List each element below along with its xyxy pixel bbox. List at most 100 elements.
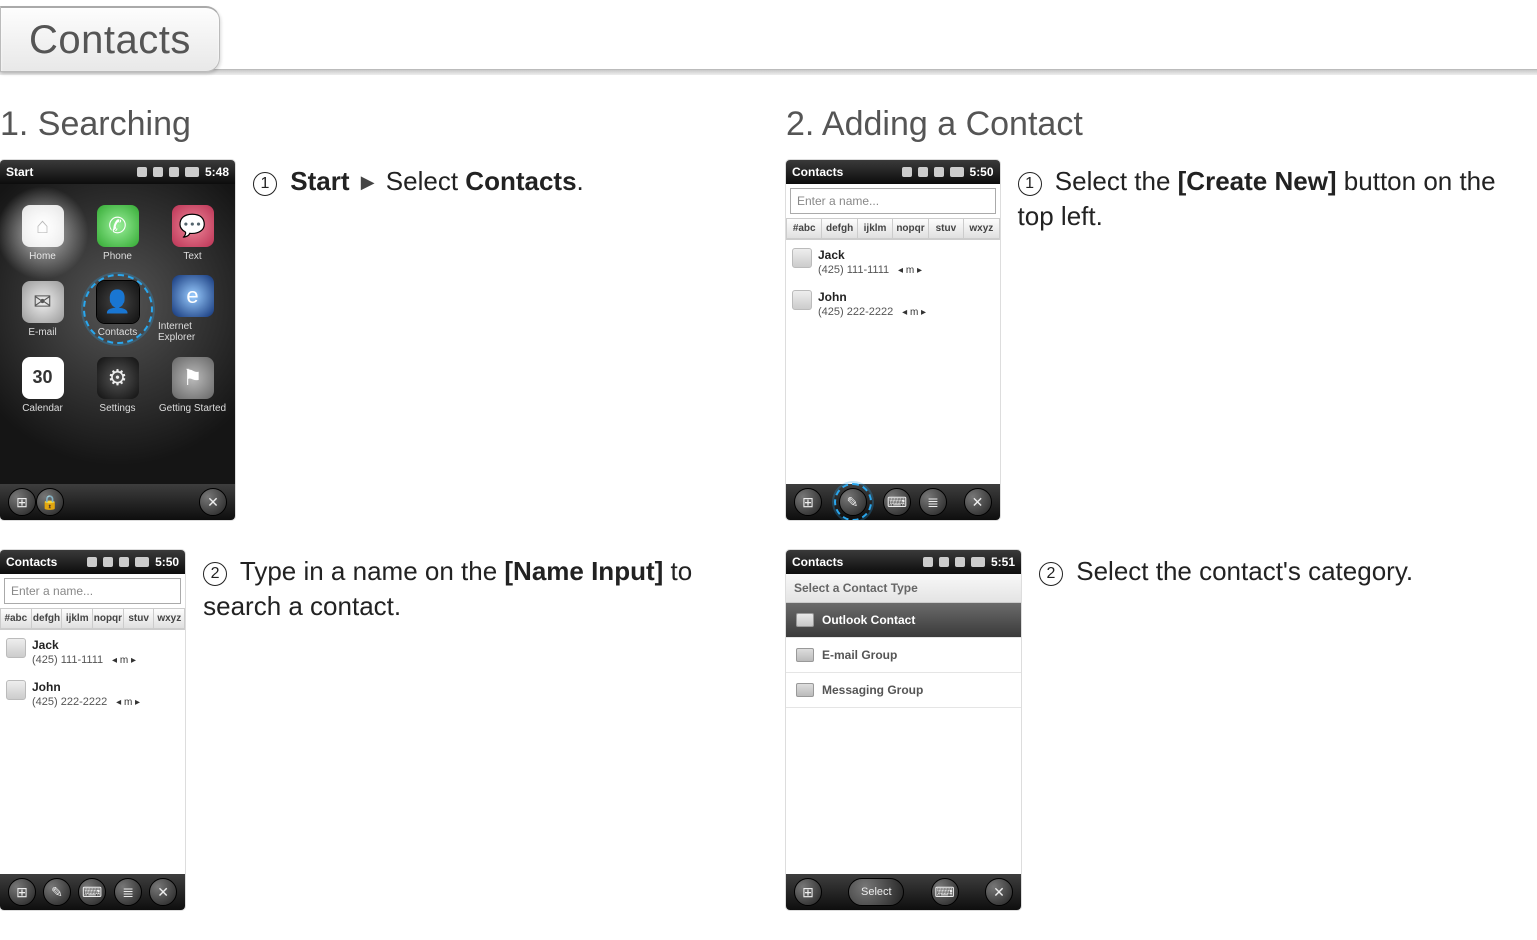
alpha-tab[interactable]: wxyz [964,218,999,239]
sysbar-title: Contacts [792,555,843,569]
app-settings[interactable]: ⚙Settings [83,350,152,420]
keyboard-button[interactable]: ⌨ [931,878,959,906]
app-phone[interactable]: ✆Phone [83,198,152,268]
alpha-tab[interactable]: stuv [929,218,964,239]
clock: 5:48 [205,165,229,179]
sysbar-title: Contacts [792,165,843,179]
avatar-icon [6,638,26,658]
wifi-icon [153,167,163,177]
alpha-tab[interactable]: ijklm [858,218,893,239]
step-adding-1: Contacts 5:50 Enter a name... #abc defgh [786,160,1536,520]
select-header: Select a Contact Type [786,574,1021,603]
close-button[interactable]: ✕ [149,878,177,906]
chat-icon [796,683,814,697]
keyboard-button[interactable]: ⌨ [883,488,911,516]
sysbar-title: Start [6,165,33,179]
mail-icon [796,648,814,662]
flag-icon: ⚑ [172,357,214,399]
step-text-1a: 1 Start ▶ Select Contacts. [253,160,584,199]
app-email[interactable]: ✉E-mail [8,274,77,344]
step-text-2a: 1 Select the [Create New] button on the … [1018,160,1536,234]
option-outlook-contact[interactable]: Outlook Contact [786,603,1021,638]
close-button[interactable]: ✕ [985,878,1013,906]
avatar-icon [6,680,26,700]
step-marker-1: 1 [1018,172,1042,196]
menu-button[interactable]: ≣ [919,488,947,516]
battery-icon [950,167,964,177]
text-icon: 💬 [172,205,214,247]
contact-name: Jack [32,638,136,652]
app-home[interactable]: ⌂Home [8,198,77,268]
lock-button[interactable]: 🔒 [36,488,64,516]
contact-item[interactable]: Jack (425) 111-1111 ◂ m ▸ [6,638,179,666]
wifi-icon [103,557,113,567]
alpha-tab[interactable]: defgh [32,608,63,629]
contact-item[interactable]: Jack (425) 111-1111 ◂ m ▸ [792,248,994,276]
ie-icon: e [172,275,214,317]
label-select: Select [386,166,466,196]
step-adding-2: Contacts 5:51 Select a Contact Type Outl… [786,550,1536,910]
app-contacts[interactable]: 👤Contacts [83,274,152,344]
clock: 5:51 [991,555,1015,569]
app-calendar[interactable]: 30Calendar [8,350,77,420]
section-adding: 2. Adding a Contact Contacts 5:50 Enter … [786,105,1536,940]
winflag-button[interactable]: ⊞ [8,488,36,516]
winflag-button[interactable]: ⊞ [794,488,822,516]
phone-select-contact-type: Contacts 5:51 Select a Contact Type Outl… [786,550,1021,910]
bottombar: ⊞ 🔒 ✕ [0,484,235,520]
alpha-tabs: #abc defgh ijklm nopqr stuv wxyz [0,608,185,630]
alpha-tab[interactable]: wxyz [154,608,185,629]
alpha-tab[interactable]: defgh [822,218,857,239]
keyboard-button[interactable]: ⌨ [78,878,106,906]
alpha-tab[interactable]: stuv [124,608,155,629]
section-searching: 1. Searching Start 5:48 ⌂Home [0,105,750,940]
alpha-tab[interactable]: #abc [786,218,822,239]
contact-number: (425) 222-2222 [32,696,107,708]
volume-icon [934,167,944,177]
contact-number: (425) 111-1111 [32,654,103,666]
alpha-tab[interactable]: ijklm [62,608,93,629]
volume-icon [955,557,965,567]
step-text-2b: 2 Select the contact's category. [1039,550,1413,589]
calendar-icon: 30 [22,357,64,399]
alpha-tab[interactable]: #abc [0,608,32,629]
app-ie[interactable]: eInternet Explorer [158,274,227,344]
step-searching-2: Contacts 5:50 Enter a name... #abc defgh [0,550,750,910]
contact-item[interactable]: John (425) 222-2222 ◂ m ▸ [792,290,994,318]
step-marker-2: 2 [203,562,227,586]
battery-icon [971,557,985,567]
label-start: Start [290,166,349,196]
mail-icon: ✉ [22,281,64,323]
option-email-group[interactable]: E-mail Group [786,638,1021,673]
alpha-tab[interactable]: nopqr [893,218,928,239]
card-icon [796,613,814,627]
volume-icon [169,167,179,177]
battery-icon [135,557,149,567]
alpha-tab[interactable]: nopqr [93,608,124,629]
winflag-button[interactable]: ⊞ [8,878,36,906]
phone-contacts-list-1: Contacts 5:50 Enter a name... #abc defgh [0,550,185,910]
name-input[interactable]: Enter a name... [790,188,996,214]
sysbar: Start 5:48 [0,160,235,184]
menu-button[interactable]: ≣ [114,878,142,906]
step-text-1b: 2 Type in a name on the [Name Input] to … [203,550,750,624]
avatar-icon [792,290,812,310]
name-input[interactable]: Enter a name... [4,578,181,604]
heading-searching: 1. Searching [0,105,750,144]
app-text[interactable]: 💬Text [158,198,227,268]
wifi-icon [918,167,928,177]
phone-icon: ✆ [97,205,139,247]
winflag-button[interactable]: ⊞ [794,878,822,906]
contact-item[interactable]: John (425) 222-2222 ◂ m ▸ [6,680,179,708]
home-icon: ⌂ [22,205,64,247]
step-marker-1: 1 [253,172,277,196]
app-getting-started[interactable]: ⚑Getting Started [158,350,227,420]
signal-icon [902,167,912,177]
create-new-button[interactable]: ✎ [43,878,71,906]
option-messaging-group[interactable]: Messaging Group [786,673,1021,708]
clock: 5:50 [155,555,179,569]
close-button[interactable]: ✕ [199,488,227,516]
arrow-icon: ▶ [361,172,375,192]
select-button[interactable]: Select [848,878,904,906]
close-button[interactable]: ✕ [964,488,992,516]
